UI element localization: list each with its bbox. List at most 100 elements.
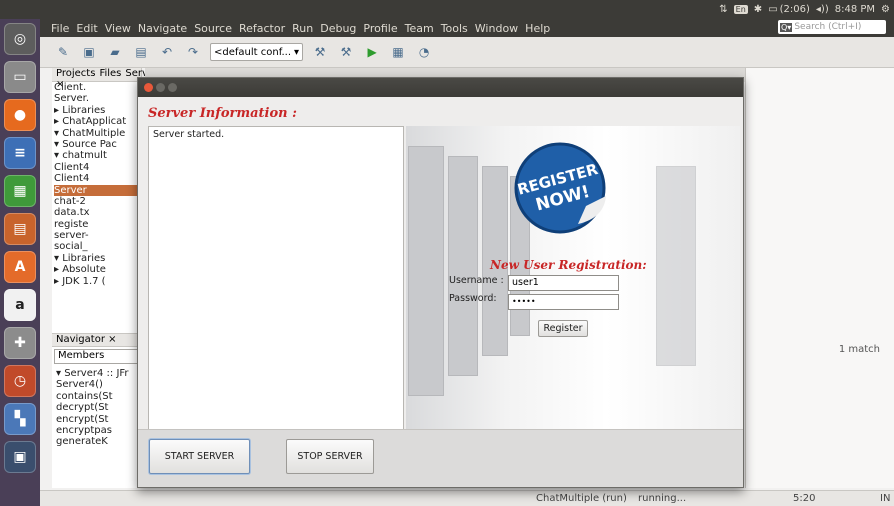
dash-home-icon[interactable]: ◎ xyxy=(4,23,36,55)
save-all-icon[interactable]: ▤ xyxy=(132,43,150,61)
tree-item[interactable]: Client. xyxy=(54,82,141,93)
menu-debug[interactable]: Debug xyxy=(320,22,356,35)
debug-icon[interactable]: ▦ xyxy=(389,43,407,61)
register-button[interactable]: Register xyxy=(538,320,588,337)
username-input[interactable]: user1 xyxy=(508,275,619,291)
undo-icon[interactable]: ↶ xyxy=(158,43,176,61)
menu-view[interactable]: View xyxy=(105,22,131,35)
navigator-item[interactable]: Server4() xyxy=(56,379,140,390)
netbeans-icon[interactable]: ▣ xyxy=(4,441,36,473)
amazon-icon[interactable]: a xyxy=(4,289,36,321)
tree-item[interactable]: ▾ Libraries xyxy=(54,253,141,264)
register-now-badge: REGISTER NOW! xyxy=(514,142,606,234)
server-rack xyxy=(448,156,478,376)
tree-item[interactable]: ▾ Source Pac xyxy=(54,139,141,150)
tab-projects[interactable]: Projects × xyxy=(56,68,95,90)
tree-item-selected[interactable]: Server xyxy=(54,184,141,196)
system-top-bar: ⇅ En ✱ ▭ (2:06) ◂)) 8:48 PM ⚙ xyxy=(0,0,894,19)
status-bar: ChatMultiple (run) running... 5:20 IN xyxy=(40,490,894,506)
run-state-status: running... xyxy=(638,493,687,504)
clean-build-icon[interactable]: ⚒ xyxy=(337,43,355,61)
network-icon[interactable]: ⇅ xyxy=(719,4,727,15)
navigator-item[interactable]: encrypt(St xyxy=(56,414,140,425)
menu-source[interactable]: Source xyxy=(194,22,232,35)
tree-item[interactable]: ▾ ChatMultiple xyxy=(54,128,141,139)
navigator-header[interactable]: Navigator × xyxy=(52,333,142,347)
chevron-down-icon: ▾ xyxy=(294,46,300,58)
open-project-icon[interactable]: ▰ xyxy=(106,43,124,61)
menu-file[interactable]: File xyxy=(51,22,69,35)
navigator-item[interactable]: ▾ Server4 :: JFr xyxy=(56,368,140,379)
menu-help[interactable]: Help xyxy=(525,22,550,35)
clock-app-icon[interactable]: ◷ xyxy=(4,365,36,397)
settings-gear-icon[interactable]: ⚙ xyxy=(881,4,890,15)
tree-item[interactable]: Server. xyxy=(54,93,141,104)
navigator-item[interactable]: generateK xyxy=(56,436,140,447)
volume-icon[interactable]: ◂)) xyxy=(816,4,829,15)
menu-window[interactable]: Window xyxy=(475,22,518,35)
navigator-item[interactable]: decrypt(St xyxy=(56,402,140,413)
calc-icon[interactable]: ▦ xyxy=(4,175,36,207)
tree-item[interactable]: data.tx xyxy=(54,207,141,218)
password-input[interactable]: ••••• xyxy=(508,294,619,310)
configuration-select[interactable]: <default conf... ▾ xyxy=(210,43,304,61)
tree-item[interactable]: ▸ Libraries xyxy=(54,105,141,116)
tree-item[interactable]: registe xyxy=(54,219,141,230)
ide-toolbar: ✎ ▣ ▰ ▤ ↶ ↷ <default conf... ▾ ⚒ ⚒ ▶ ▦ ◔ xyxy=(40,37,894,68)
navigator-item[interactable]: contains(St xyxy=(56,391,140,402)
run-project-status[interactable]: ChatMultiple (run) xyxy=(536,493,627,504)
menu-bar: File Edit View Navigate Source Refactor … xyxy=(40,19,894,37)
project-tree: Client. Server. ▸ Libraries ▸ ChatApplic… xyxy=(52,82,141,287)
menu-tools[interactable]: Tools xyxy=(441,22,468,35)
start-server-button[interactable]: START SERVER xyxy=(149,439,250,474)
tree-item[interactable]: chat-2 xyxy=(54,196,141,207)
members-filter-select[interactable]: Members xyxy=(54,349,138,364)
writer-icon[interactable]: ≡ xyxy=(4,137,36,169)
impress-icon[interactable]: ▤ xyxy=(4,213,36,245)
navigator-item[interactable]: encryptpas xyxy=(56,425,140,436)
menu-edit[interactable]: Edit xyxy=(76,22,97,35)
menu-team[interactable]: Team xyxy=(405,22,434,35)
profile-icon[interactable]: ◔ xyxy=(415,43,433,61)
tree-item[interactable]: ▸ Absolute xyxy=(54,264,141,275)
tree-item[interactable]: Client4 xyxy=(54,162,141,173)
firefox-icon[interactable]: ● xyxy=(4,99,36,131)
dialog-titlebar[interactable] xyxy=(138,78,743,97)
server-info-title: Server Information : xyxy=(148,106,297,121)
menu-refactor[interactable]: Refactor xyxy=(239,22,285,35)
menu-navigate[interactable]: Navigate xyxy=(138,22,187,35)
tree-item[interactable]: Client4 xyxy=(54,173,141,184)
tree-item[interactable]: ▸ JDK 1.7 ( xyxy=(54,276,141,287)
system-settings-icon[interactable]: ✚ xyxy=(4,327,36,359)
projects-tabs: Projects × Files Services xyxy=(52,68,168,90)
server-log-textarea[interactable]: Server started. xyxy=(148,126,404,440)
menu-profile[interactable]: Profile xyxy=(363,22,397,35)
minimize-icon[interactable] xyxy=(156,83,165,92)
tab-files[interactable]: Files xyxy=(99,68,121,81)
run-icon[interactable]: ▶ xyxy=(363,43,381,61)
tree-item[interactable]: server- xyxy=(54,230,141,241)
battery-indicator[interactable]: ▭ (2:06) xyxy=(768,4,810,15)
close-icon[interactable] xyxy=(144,83,153,92)
keyboard-layout-indicator[interactable]: En xyxy=(733,5,748,14)
tree-item[interactable]: social_ xyxy=(54,241,141,252)
new-project-icon[interactable]: ▣ xyxy=(80,43,98,61)
registration-title: New User Registration: xyxy=(490,258,647,272)
ide-search-input[interactable]: Q▾ Search (Ctrl+I) xyxy=(778,20,886,34)
new-file-icon[interactable]: ✎ xyxy=(54,43,72,61)
server-rack xyxy=(656,166,696,366)
file-manager-icon[interactable]: ▭ xyxy=(4,61,36,93)
server-controls-bar: START SERVER STOP SERVER xyxy=(138,429,743,487)
bluetooth-icon[interactable]: ✱ xyxy=(754,4,762,15)
menu-run[interactable]: Run xyxy=(292,22,313,35)
workspace-switcher-icon[interactable]: ▚ xyxy=(4,403,36,435)
stop-server-button[interactable]: STOP SERVER xyxy=(286,439,374,474)
tree-item[interactable]: ▸ ChatApplicat xyxy=(54,116,141,127)
software-center-icon[interactable]: A xyxy=(4,251,36,283)
clock[interactable]: 8:48 PM xyxy=(835,4,875,15)
build-hammer-icon[interactable]: ⚒ xyxy=(311,43,329,61)
redo-icon[interactable]: ↷ xyxy=(184,43,202,61)
maximize-icon[interactable] xyxy=(168,83,177,92)
insert-mode: IN xyxy=(880,493,891,504)
tree-item[interactable]: ▾ chatmult xyxy=(54,150,141,161)
